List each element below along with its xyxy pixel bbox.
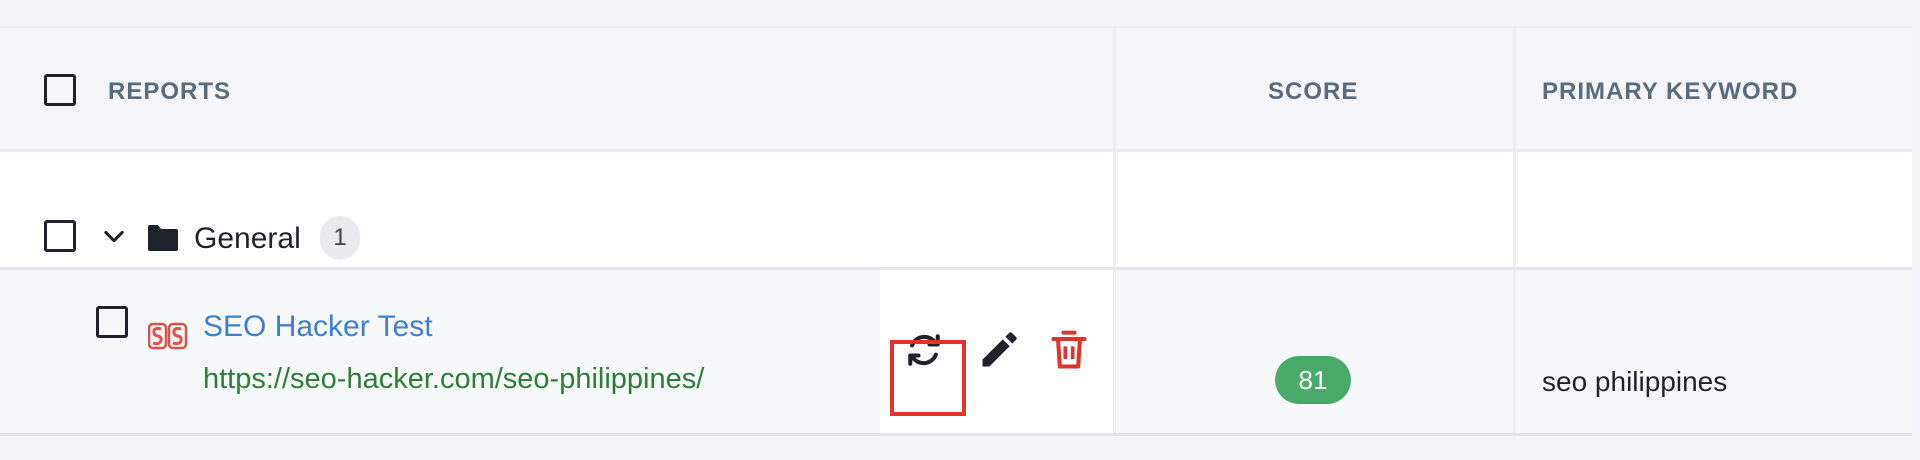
column-divider bbox=[1513, 270, 1516, 433]
delete-icon[interactable] bbox=[1047, 328, 1091, 372]
group-name: General bbox=[194, 222, 301, 255]
table-row[interactable]: SEO Hacker Test https://seo-hacker.com/s… bbox=[0, 270, 1912, 436]
row-checkbox[interactable] bbox=[96, 306, 128, 338]
chevron-down-icon[interactable] bbox=[100, 222, 128, 250]
edit-icon[interactable] bbox=[977, 328, 1021, 372]
column-divider bbox=[1113, 270, 1116, 433]
score-badge: 81 bbox=[1275, 356, 1351, 404]
report-url-link[interactable]: https://seo-hacker.com/seo-philippines/ bbox=[203, 363, 704, 396]
report-title-link[interactable]: SEO Hacker Test bbox=[203, 310, 433, 344]
group-checkbox[interactable] bbox=[44, 220, 76, 252]
column-header-score[interactable]: SCORE bbox=[1268, 78, 1358, 106]
folder-icon bbox=[148, 225, 178, 251]
primary-keyword-value: seo philippines bbox=[1542, 366, 1728, 397]
refresh-button-highlight bbox=[890, 340, 966, 416]
column-divider bbox=[1513, 152, 1516, 267]
group-count-badge: 1 bbox=[320, 216, 360, 260]
column-header-reports[interactable]: REPORTS bbox=[108, 78, 231, 106]
table-header: REPORTS SCORE PRIMARY KEYWORD bbox=[0, 26, 1912, 152]
seo-hacker-logo-icon bbox=[148, 322, 188, 350]
column-divider bbox=[1513, 28, 1516, 149]
select-all-checkbox[interactable] bbox=[44, 74, 76, 106]
column-header-primary-keyword[interactable]: PRIMARY KEYWORD bbox=[1542, 78, 1798, 106]
group-row[interactable]: General 1 bbox=[0, 152, 1912, 270]
reports-table: REPORTS SCORE PRIMARY KEYWORD General 1 … bbox=[0, 26, 1912, 436]
column-divider bbox=[1113, 28, 1116, 149]
column-divider bbox=[1113, 152, 1116, 267]
